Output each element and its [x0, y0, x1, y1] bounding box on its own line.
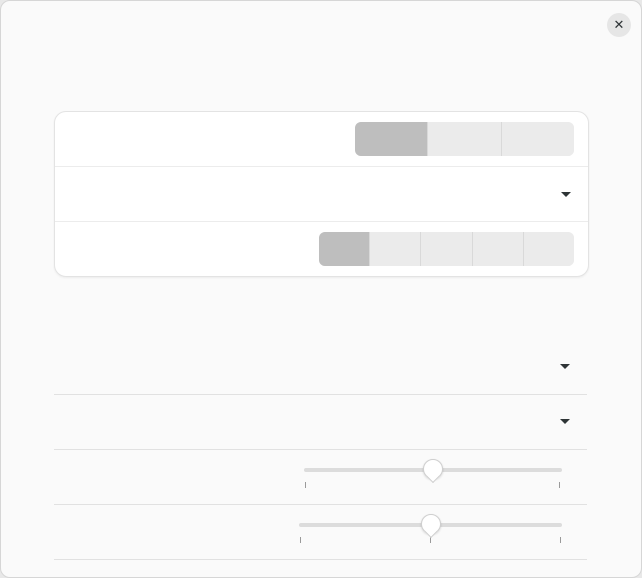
segmented-control-2 [319, 232, 574, 266]
close-button[interactable]: ✕ [607, 13, 631, 37]
slider-1[interactable] [304, 458, 562, 488]
slider-handle[interactable] [420, 514, 441, 534]
list-row-3 [54, 450, 587, 504]
close-icon: ✕ [613, 17, 625, 33]
chevron-down-icon [560, 419, 570, 424]
chevron-down-icon [560, 364, 570, 369]
segment-1-option-1[interactable] [355, 122, 428, 156]
segmented-control-1 [355, 122, 574, 156]
card-row-1 [55, 112, 588, 166]
slider-tick [300, 537, 301, 543]
segment-2-option-4[interactable] [471, 232, 523, 266]
list-divider [54, 559, 587, 560]
segment-2-option-3[interactable] [420, 232, 472, 266]
slider-handle[interactable] [423, 459, 443, 479]
list-row-2-dropdown[interactable] [54, 395, 587, 449]
slider-tick [559, 482, 560, 488]
slider-2[interactable] [299, 513, 562, 543]
chevron-down-icon [561, 192, 571, 197]
segment-1-option-3[interactable] [500, 122, 574, 156]
slider-tick [305, 482, 306, 488]
card-row-2-dropdown[interactable] [55, 167, 588, 221]
segment-2-option-5[interactable] [522, 232, 574, 266]
slider-tick [560, 537, 561, 543]
segment-2-option-1[interactable] [319, 232, 370, 266]
preferences-window: ✕ [0, 0, 642, 578]
list-row-4 [54, 505, 587, 559]
segment-2-option-2[interactable] [369, 232, 421, 266]
card-row-3 [55, 222, 588, 276]
list-row-1-dropdown[interactable] [54, 339, 587, 393]
settings-card [54, 111, 589, 277]
segment-1-option-2[interactable] [427, 122, 501, 156]
